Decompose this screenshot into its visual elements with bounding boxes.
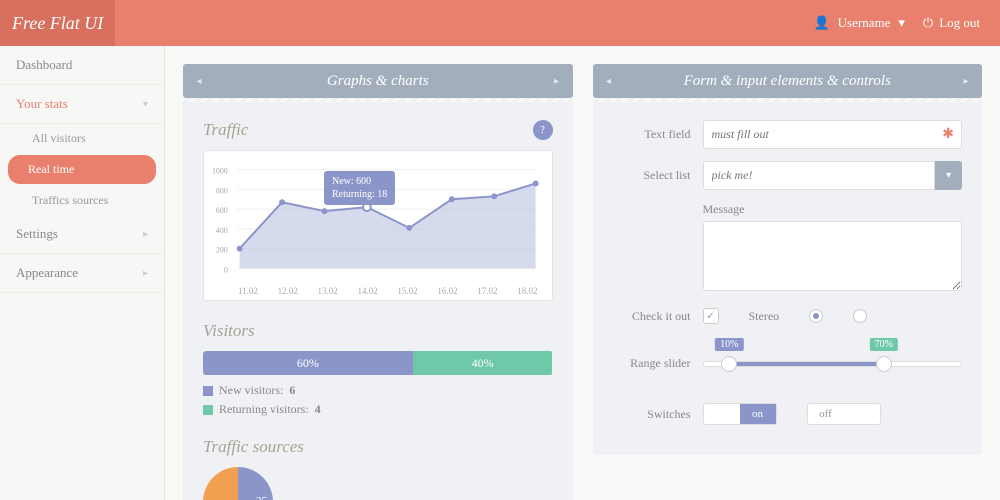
- range-slider[interactable]: 10% 70%: [703, 361, 963, 367]
- logout-label: Log out: [939, 15, 980, 31]
- bar-returning: 40%: [413, 351, 553, 375]
- message-textarea[interactable]: [703, 221, 963, 291]
- power-icon: ⏻: [923, 15, 933, 31]
- panel-next[interactable]: ▸: [541, 76, 573, 87]
- text-field-label: Text field: [613, 127, 703, 142]
- select-input[interactable]: [703, 161, 936, 190]
- text-field-input[interactable]: [703, 120, 963, 149]
- logo-area: Free Flat UI: [0, 0, 115, 46]
- panel-body-form: Text field ✱ Select list ▾ Message: [593, 102, 983, 455]
- slider-label: Range slider: [613, 356, 703, 371]
- chart-tooltip: New: 600 Returning: 18: [324, 171, 395, 205]
- chevron-right-icon: ▸: [143, 229, 148, 240]
- logout-button[interactable]: ⏻ Log out: [923, 15, 980, 31]
- traffic-title: Traffic ?: [203, 120, 553, 140]
- panel-body-graphs: Traffic ? 1000 800 600 400 200: [183, 102, 573, 500]
- check-label: Check it out: [613, 309, 703, 324]
- text-field-row: Text field ✱: [613, 120, 963, 149]
- sidebar-item-settings[interactable]: Settings▸: [0, 215, 164, 254]
- slider-label-b: 70%: [870, 338, 898, 351]
- panel-prev[interactable]: ◂: [593, 76, 625, 87]
- right-column: ◂ Form & input elements & controls ▸ Tex…: [593, 64, 983, 482]
- main: Dashboard Your stats▾ All visitors Real …: [0, 46, 1000, 500]
- select-dropdown-button[interactable]: ▾: [935, 161, 962, 190]
- swatch-icon: [203, 405, 213, 415]
- panel-next[interactable]: ▸: [950, 76, 982, 87]
- sidebar-sub-all-visitors[interactable]: All visitors: [0, 124, 164, 153]
- switch-off[interactable]: off: [807, 403, 881, 425]
- panel-prev[interactable]: ◂: [183, 76, 215, 87]
- panel-title: Form & input elements & controls: [625, 73, 951, 90]
- visitors-legend: New visitors: 6 Returning visitors: 4: [203, 383, 553, 417]
- slider-handle-a[interactable]: [721, 356, 737, 372]
- x-axis-labels: 11.0212.0213.0214.0215.0216.0217.0218.02: [210, 284, 546, 296]
- help-badge[interactable]: ?: [533, 120, 553, 140]
- svg-text:800: 800: [216, 186, 228, 195]
- pie-legend: Search engines: 10: [293, 497, 403, 500]
- svg-text:600: 600: [216, 206, 228, 215]
- sidebar-sub-traffics-sources[interactable]: Traffics sources: [0, 186, 164, 215]
- panel-header-graphs: ◂ Graphs & charts ▸: [183, 64, 573, 98]
- required-icon: ✱: [942, 126, 954, 143]
- checkbox[interactable]: ✓: [703, 308, 719, 324]
- header-bar: Free Flat UI 👤 Username ▾ ⏻ Log out: [0, 0, 1000, 46]
- radio-on[interactable]: [809, 309, 823, 323]
- panel-header-form: ◂ Form & input elements & controls ▸: [593, 64, 983, 98]
- switch-label: Switches: [613, 407, 703, 422]
- user-menu[interactable]: 👤 Username ▾: [813, 15, 904, 31]
- bar-new: 60%: [203, 351, 413, 375]
- svg-text:200: 200: [216, 246, 228, 255]
- slider-handle-b[interactable]: [876, 356, 892, 372]
- slider-row: Range slider 10% 70%: [613, 356, 963, 371]
- sidebar-item-your-stats[interactable]: Your stats▾: [0, 85, 164, 124]
- message-row: Message: [613, 202, 963, 296]
- swatch-icon: [203, 386, 213, 396]
- switch-on[interactable]: on: [703, 403, 777, 425]
- sidebar-item-dashboard[interactable]: Dashboard: [0, 46, 164, 85]
- svg-text:400: 400: [216, 226, 228, 235]
- sidebar-sub-real-time[interactable]: Real time: [8, 155, 156, 184]
- radio-off[interactable]: [853, 309, 867, 323]
- select-row: Select list ▾: [613, 161, 963, 190]
- check-row: Check it out ✓ Stereo: [613, 308, 963, 324]
- sidebar-item-appearance[interactable]: Appearance▸: [0, 254, 164, 293]
- slider-label-a: 10%: [715, 338, 743, 351]
- stereo-label: Stereo: [749, 309, 780, 324]
- content: ◂ Graphs & charts ▸ Traffic ?: [165, 46, 1000, 500]
- svg-text:0: 0: [224, 265, 228, 274]
- visitors-bar: 60% 40%: [203, 351, 553, 375]
- traffic-chart[interactable]: 1000 800 600 400 200 0 New: 600 Returnin…: [203, 150, 553, 301]
- traffic-sources-title: Traffic sources: [203, 437, 553, 457]
- logo: Free Flat UI: [12, 13, 103, 34]
- chevron-down-icon: ▾: [143, 99, 148, 110]
- username: Username: [838, 15, 891, 31]
- visitors-title: Visitors: [203, 321, 553, 341]
- panel-title: Graphs & charts: [215, 73, 541, 90]
- chevron-down-icon: ▾: [898, 15, 905, 31]
- message-heading: Message: [703, 202, 963, 217]
- switch-row: Switches on off: [613, 403, 963, 425]
- chevron-right-icon: ▸: [143, 268, 148, 279]
- select-label: Select list: [613, 168, 703, 183]
- pie-chart: 25: [203, 467, 273, 500]
- sidebar: Dashboard Your stats▾ All visitors Real …: [0, 46, 165, 500]
- header-right: 👤 Username ▾ ⏻ Log out: [813, 15, 980, 31]
- user-icon: 👤: [813, 15, 829, 31]
- svg-text:1000: 1000: [212, 167, 228, 176]
- pie-wrap: 25 Search engines: 10: [203, 467, 553, 500]
- left-column: ◂ Graphs & charts ▸ Traffic ?: [183, 64, 573, 482]
